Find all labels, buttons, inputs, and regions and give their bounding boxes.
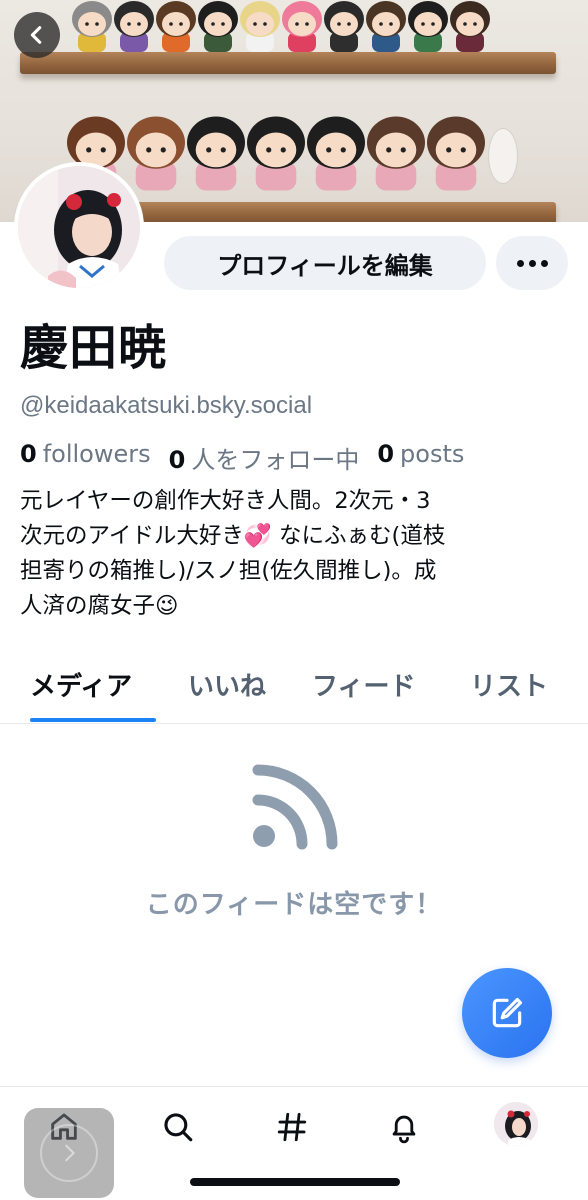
tab-likes[interactable]: いいね — [188, 666, 266, 703]
more-options-button[interactable] — [496, 236, 568, 290]
tab-feeds[interactable]: フィード — [312, 666, 415, 703]
plush-figure-bottom — [187, 116, 245, 191]
profile-stats: 0 followers 0 人をフォロー中 0 posts — [20, 440, 464, 475]
search-icon — [164, 1113, 193, 1142]
plush-figure-top — [324, 1, 364, 52]
compose-icon — [492, 997, 523, 1028]
hashtag-icon — [277, 1112, 307, 1142]
chevron-right-icon — [40, 1124, 98, 1182]
compose-button[interactable] — [462, 968, 552, 1058]
home-indicator — [190, 1178, 400, 1186]
followers-label: followers — [42, 440, 151, 468]
profile-bio: 元レイヤーの創作大好き人間。2次元・3 次元のアイドル大好き💞 なにふぁむ(道枝… — [20, 488, 446, 619]
plush-figure-bottom — [427, 116, 485, 191]
following-count: 0 — [168, 446, 186, 474]
profile-tabs: メディア いいね フィード リスト — [0, 660, 588, 724]
nav-feeds[interactable] — [272, 1107, 312, 1147]
plush-figure-top — [72, 1, 112, 52]
plush-figure-bottom — [367, 116, 425, 191]
bell-icon — [392, 1115, 416, 1144]
following-stat[interactable]: 0 人をフォロー中 — [169, 440, 360, 475]
posts-stat: 0 posts — [377, 440, 464, 475]
nav-search[interactable] — [158, 1107, 198, 1147]
plush-figure-top — [156, 1, 196, 52]
plush-figure-top — [408, 1, 448, 52]
avatar — [494, 1102, 538, 1146]
back-button[interactable] — [14, 12, 60, 58]
empty-feed-message: このフィードは空です！ — [145, 890, 443, 920]
followers-stat[interactable]: 0 followers — [20, 440, 151, 475]
nav-profile-avatar[interactable] — [494, 1102, 538, 1146]
active-tab-indicator — [30, 718, 156, 722]
plush-figure-bottom — [307, 116, 365, 191]
plush-figure-top — [240, 1, 280, 52]
plush-figure-top — [282, 1, 322, 52]
plush-figure-top — [114, 1, 154, 52]
display-name: 慶田暁 — [20, 320, 168, 376]
edit-profile-button[interactable]: プロフィールを編集 — [164, 236, 486, 290]
plush-figure-top — [198, 1, 238, 52]
profile-handle: @keidaakatsuki.bsky.social — [20, 392, 313, 419]
assistive-touch-button[interactable] — [24, 1108, 114, 1198]
tab-media[interactable]: メディア — [30, 666, 132, 703]
tab-lists[interactable]: リスト — [470, 666, 548, 703]
followers-count: 0 — [20, 440, 37, 468]
nav-notifications[interactable] — [384, 1107, 424, 1147]
avatar-image — [18, 166, 140, 288]
posts-label: posts — [400, 440, 465, 468]
ellipsis-icon — [516, 259, 548, 267]
chevron-left-icon — [30, 26, 42, 44]
plush-figure-bottom — [247, 116, 305, 191]
plush-figure-top — [450, 1, 490, 52]
plush-figure-top — [366, 1, 406, 52]
profile-avatar[interactable] — [14, 162, 144, 292]
feed-icon — [252, 764, 338, 850]
following-label: 人をフォロー中 — [191, 446, 360, 474]
plush-figure-bottom — [127, 116, 185, 191]
posts-count: 0 — [377, 440, 395, 468]
